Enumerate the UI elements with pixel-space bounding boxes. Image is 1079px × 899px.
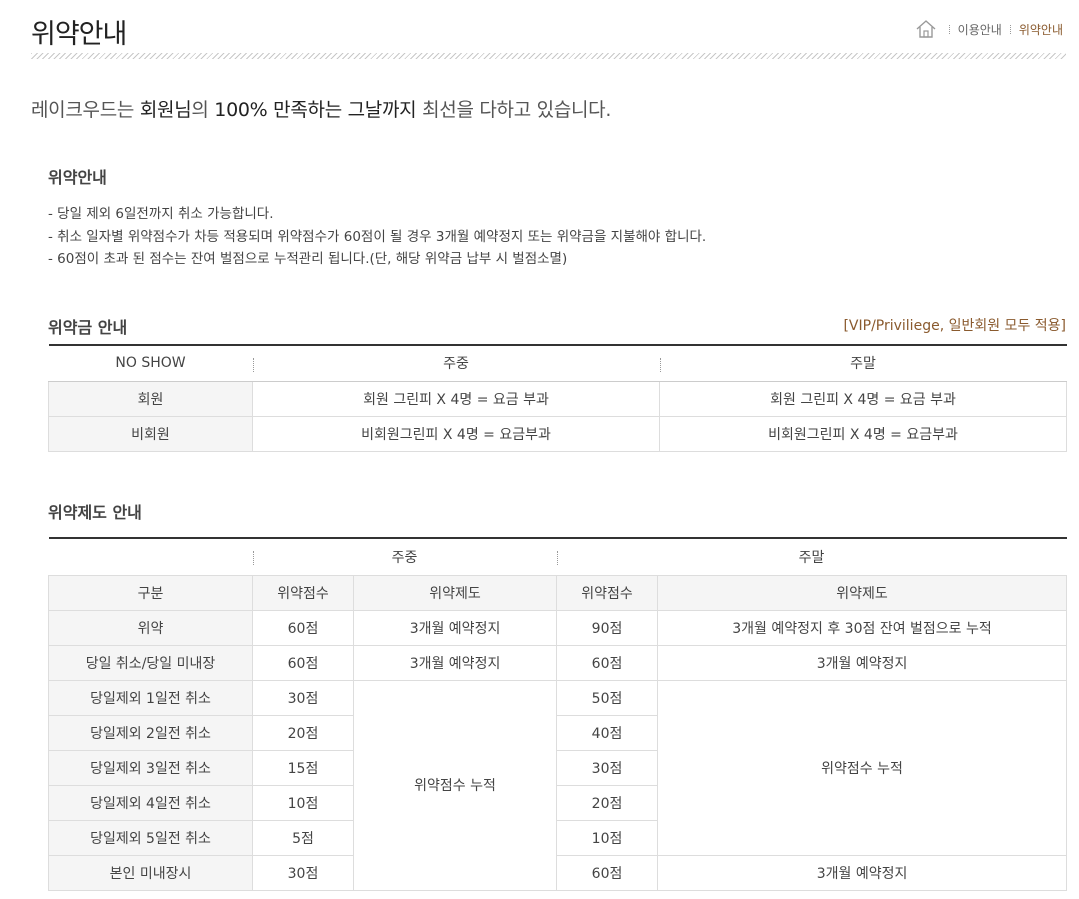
row-label: 비회원 — [48, 415, 253, 452]
intro-text: 레이크우드는 회원님의 100% 만족하는 그날까지 최선을 다하고 있습니다. — [31, 99, 612, 121]
table-cell: 3개월 예약정지 후 30점 잔여 벌점으로 누적 — [657, 609, 1068, 646]
merged-weekend-rule-cell: 위약점수 누적 — [657, 679, 1068, 856]
breadcrumb-separator — [1009, 24, 1011, 34]
row-label: 당일제외 3일전 취소 — [48, 749, 253, 786]
row-label: 회원 — [48, 380, 253, 417]
table-cell: 50점 — [556, 679, 659, 716]
column-header: 위약제도 — [657, 574, 1068, 611]
table-cell: 3개월 예약정지 — [657, 854, 1068, 891]
table-row: 회원 회원 그린피 X 4명 = 요금 부과 회원 그린피 X 4명 = 요금 … — [48, 380, 1067, 417]
table-row: 위약 60점 3개월 예약정지 90점 3개월 예약정지 후 30점 잔여 벌점… — [48, 609, 1068, 646]
notice-item: - 취소 일자별 위약점수가 차등 적용되며 위약점수가 60점이 될 경우 3… — [48, 228, 707, 245]
table-subheader-row: 구분 위약점수 위약제도 위약점수 위약제도 — [48, 574, 1068, 611]
table-cell: 30점 — [252, 854, 354, 891]
table-cell: 3개월 예약정지 — [352, 644, 558, 681]
system-section-title: 위약제도 안내 — [48, 503, 142, 522]
column-header: 위약제도 — [352, 574, 558, 611]
penalty-system-table: 주중 주말 구분 위약점수 위약제도 위약점수 위약제도 위약 60점 3개월 … — [48, 537, 1068, 891]
page-title: 위약안내 — [31, 19, 127, 50]
table-cell: 회원 그린피 X 4명 = 요금 부과 — [659, 380, 1067, 417]
table-row: 당일제외 1일전 취소 30점 위약점수 누적 50점 위약점수 누적 — [48, 679, 1068, 891]
table-cell: 3개월 예약정지 — [352, 609, 558, 646]
column-header: 위약점수 — [252, 574, 354, 611]
row-label: 당일제외 4일전 취소 — [48, 784, 253, 821]
table-cell: 90점 — [556, 609, 659, 646]
notice-list: - 당일 제외 6일전까지 취소 가능합니다. - 취소 일자별 위약점수가 차… — [48, 203, 706, 271]
table-group-header-row: 주중 주말 — [48, 537, 1067, 575]
table-cell: 3개월 예약정지 — [657, 644, 1068, 681]
column-header-weekday: 주중 — [252, 537, 557, 575]
row-label: 위약 — [48, 609, 253, 646]
breadcrumb-separator — [948, 24, 950, 34]
notice-item: - 당일 제외 6일전까지 취소 가능합니다. — [48, 206, 274, 222]
column-header: 구분 — [48, 574, 253, 611]
table-row: 비회원 비회원그린피 X 4명 = 요금부과 비회원그린피 X 4명 = 요금부… — [48, 415, 1067, 452]
table-cell: 30점 — [556, 749, 659, 786]
fee-table: NO SHOW 주중 주말 회원 회원 그린피 X 4명 = 요금 부과 회원 … — [48, 344, 1067, 452]
table-cell: 20점 — [252, 714, 354, 751]
table-header-row: NO SHOW 주중 주말 — [48, 344, 1067, 382]
table-cell: 60점 — [556, 644, 659, 681]
table-cell: 비회원그린피 X 4명 = 요금부과 — [252, 415, 660, 452]
notice-item: - 60점이 초과 된 점수는 잔여 벌점으로 누적관리 됩니다.(단, 해당 … — [48, 251, 568, 267]
column-header: 주중 — [252, 344, 660, 382]
merged-weekday-rule-cell: 위약점수 누적 — [352, 679, 558, 891]
row-label: 당일제외 1일전 취소 — [48, 679, 253, 716]
table-cell: 회원 그린피 X 4명 = 요금 부과 — [252, 380, 660, 417]
title-divider — [31, 53, 1066, 59]
column-header-weekend: 주말 — [556, 537, 1067, 575]
table-cell: 60점 — [556, 854, 659, 891]
breadcrumb: 이용안내 위약안내 — [915, 19, 1063, 39]
table-row: 당일 취소/당일 미내장 60점 3개월 예약정지 60점 3개월 예약정지 — [48, 644, 1068, 681]
row-label: 당일제외 2일전 취소 — [48, 714, 253, 751]
fee-applicability-note: [VIP/Priviliege, 일반회원 모두 적용] — [843, 318, 1066, 334]
table-cell: 40점 — [556, 714, 659, 751]
home-icon[interactable] — [915, 19, 937, 39]
column-header: 위약점수 — [556, 574, 659, 611]
column-header — [48, 537, 253, 575]
table-cell: 60점 — [252, 609, 354, 646]
column-header: NO SHOW — [48, 344, 253, 382]
table-cell: 30점 — [252, 679, 354, 716]
table-cell: 60점 — [252, 644, 354, 681]
table-cell: 5점 — [252, 819, 354, 856]
notice-section-title: 위약안내 — [48, 168, 107, 187]
row-label: 본인 미내장시 — [48, 854, 253, 891]
table-cell: 10점 — [252, 784, 354, 821]
fee-section-title: 위약금 안내 — [48, 318, 128, 337]
table-cell: 비회원그린피 X 4명 = 요금부과 — [659, 415, 1067, 452]
table-cell: 15점 — [252, 749, 354, 786]
column-header: 주말 — [659, 344, 1067, 382]
row-label: 당일 취소/당일 미내장 — [48, 644, 253, 681]
row-label: 당일제외 5일전 취소 — [48, 819, 253, 856]
breadcrumb-item-current[interactable]: 위약안내 — [1019, 21, 1063, 38]
breadcrumb-item-usage[interactable]: 이용안내 — [958, 21, 1002, 38]
table-cell: 10점 — [556, 819, 659, 856]
table-cell: 20점 — [556, 784, 659, 821]
table-row: 본인 미내장시 30점 60점 3개월 예약정지 — [48, 854, 1068, 891]
